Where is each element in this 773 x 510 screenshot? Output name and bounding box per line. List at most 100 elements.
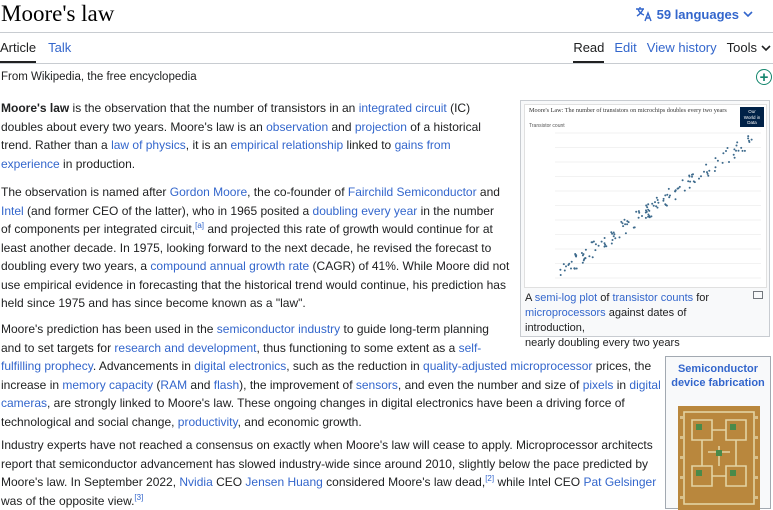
link-nvidia[interactable]: Nvidia — [179, 475, 212, 489]
chart-point — [741, 149, 744, 152]
chart-point — [740, 146, 743, 149]
chip-die-image[interactable] — [678, 406, 760, 510]
chart-point — [678, 185, 681, 188]
link-intel[interactable]: Intel — [1, 204, 24, 218]
chart-point — [733, 148, 736, 151]
tab-view-history[interactable]: View history — [647, 40, 717, 55]
chart-point — [647, 203, 650, 206]
link-projection[interactable]: projection — [355, 120, 407, 134]
tab-talk[interactable]: Talk — [48, 40, 71, 63]
text: and projected this rate of growth would … — [204, 222, 493, 236]
link-pat-gelsinger[interactable]: Pat Gelsinger — [583, 475, 656, 489]
chart-point — [667, 187, 670, 190]
link-productivity[interactable]: productivity — [178, 415, 238, 429]
chart-point — [650, 215, 653, 218]
link-pixels[interactable]: pixels — [583, 378, 614, 392]
chart-point — [600, 240, 603, 243]
chart-point — [584, 257, 587, 260]
link-ram[interactable]: RAM — [160, 378, 187, 392]
chart-point — [610, 242, 613, 245]
link-cagr[interactable]: compound annual growth rate — [150, 259, 309, 273]
link-digital-cameras-2[interactable]: cameras — [1, 396, 47, 410]
text: doubling every two years, a — [1, 259, 151, 273]
tab-read[interactable]: Read — [573, 40, 605, 63]
text: technological and social change, — [1, 414, 178, 429]
text: doubles about every two years. Moore's l… — [1, 119, 267, 134]
chart-point — [611, 232, 614, 235]
link-transistor-counts[interactable]: transistor counts — [612, 292, 693, 304]
text: trend. Rather than a — [1, 138, 112, 152]
chart-point — [655, 196, 658, 199]
navbox-semiconductor-fabrication: Semiconductor device fabrication — [665, 356, 771, 510]
chart-point — [674, 198, 677, 201]
chart-point — [632, 226, 635, 229]
chart-thumbnail[interactable]: Moore's Law: The number of transistors o… — [524, 104, 767, 288]
chart-point — [648, 209, 651, 212]
chart-point — [713, 170, 716, 172]
chart-point — [594, 243, 597, 246]
text: for — [693, 292, 710, 304]
link-semi-log-plot[interactable]: semi-log plot — [535, 292, 597, 304]
text: , thus functioning to some extent as a — [256, 340, 459, 355]
text: least another decade. In 1975, looking f… — [1, 240, 492, 255]
namespace-tabs: Article Talk — [0, 40, 71, 63]
link-law-of-physics[interactable]: law of physics — [111, 138, 186, 152]
chart-point — [737, 149, 740, 152]
chart-point — [603, 245, 606, 248]
link-integrated-circuit[interactable]: integrated circuit — [359, 101, 447, 115]
chart-point — [748, 141, 751, 143]
chart-point — [691, 175, 693, 178]
link-microprocessors[interactable]: microprocessors — [525, 307, 606, 319]
enlarge-icon[interactable] — [753, 291, 763, 299]
link-digital-electronics[interactable]: digital electronics — [194, 359, 286, 373]
tools-menu[interactable]: Tools — [727, 40, 771, 55]
chart-point — [706, 171, 708, 174]
link-doubling-every-year[interactable]: doubling every year — [313, 204, 418, 218]
chart-point — [722, 152, 725, 155]
link-digital-cameras[interactable]: digital — [629, 378, 660, 392]
link-semiconductor-industry[interactable]: semiconductor industry — [217, 322, 340, 336]
link-jensen-huang[interactable]: Jensen Huang — [245, 475, 322, 489]
chart-point — [706, 172, 709, 175]
tab-edit[interactable]: Edit — [614, 40, 636, 55]
tab-article[interactable]: Article — [0, 40, 37, 63]
link-observation[interactable]: observation — [266, 120, 328, 134]
chart-point — [747, 137, 750, 140]
navbox-title[interactable]: Semiconductor device fabrication — [666, 357, 770, 390]
text: prices, the — [592, 359, 652, 373]
link-flash[interactable]: flash — [214, 378, 239, 392]
add-topic-icon[interactable]: + — [756, 69, 772, 85]
chart-point — [721, 161, 724, 164]
chart-point — [700, 175, 702, 178]
footnote-a[interactable]: [a] — [195, 221, 204, 230]
language-selector[interactable]: 59 languages — [635, 6, 753, 22]
link-sensors[interactable]: sensors — [356, 378, 398, 392]
chart-point — [559, 274, 562, 276]
link-quality-adjusted[interactable]: quality-adjusted microprocessor — [423, 359, 592, 373]
link-self-fulfilling-2[interactable]: fulfilling prophecy — [1, 359, 93, 373]
link-self-fulfilling[interactable]: self- — [459, 341, 482, 355]
chart-point — [652, 204, 655, 207]
chart-point — [641, 215, 643, 217]
text: CEO — [212, 475, 246, 489]
text: in — [613, 377, 630, 392]
link-memory-capacity[interactable]: memory capacity — [62, 378, 153, 392]
footnote-2[interactable]: [2] — [485, 474, 494, 483]
text: , it is an — [185, 138, 231, 152]
chart-point — [725, 150, 727, 152]
chart-point — [664, 194, 667, 197]
link-gordon-moore[interactable]: Gordon Moore — [170, 185, 247, 199]
chart-point — [573, 267, 576, 270]
chart-point — [603, 242, 606, 245]
link-fairchild[interactable]: Fairchild Semiconductor — [348, 185, 477, 199]
text: in the number — [417, 203, 494, 218]
link-research-development[interactable]: research and development — [114, 341, 256, 355]
link-gains-from-experience[interactable]: gains from — [395, 138, 451, 152]
footnote-3[interactable]: [3] — [134, 493, 143, 502]
text: increase in — [1, 377, 63, 392]
chart-point — [657, 201, 660, 204]
link-empirical-relationship[interactable]: empirical relationship — [230, 138, 343, 152]
link-gains-from-experience-2[interactable]: experience — [1, 157, 60, 171]
chart-point — [669, 194, 671, 197]
chart-point — [692, 173, 694, 176]
